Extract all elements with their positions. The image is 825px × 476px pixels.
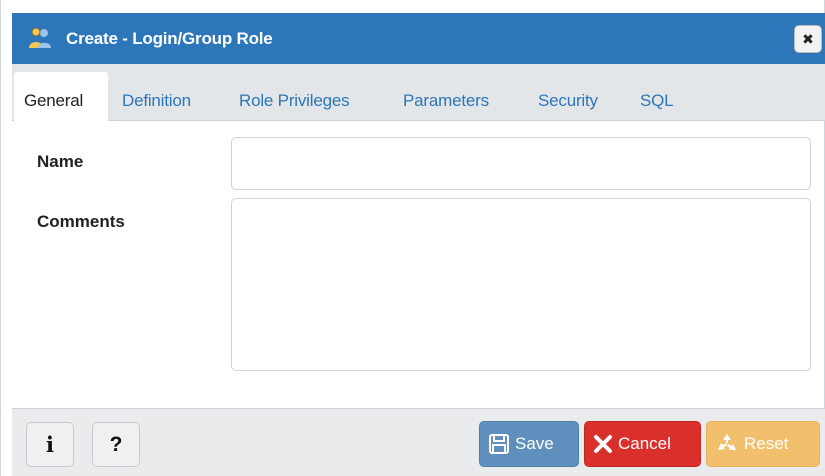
login-group-role-icon <box>28 26 52 50</box>
save-label: Save <box>515 434 554 453</box>
dialog-footer: i ? Save Cancel Reset <box>12 408 825 476</box>
tab-security[interactable]: Security <box>528 72 608 121</box>
recycle-icon <box>715 432 739 456</box>
cancel-button[interactable]: Cancel <box>584 421 701 467</box>
name-input[interactable] <box>231 137 811 190</box>
create-login-group-role-dialog: Create - Login/Group Role ✖ General Defi… <box>0 0 825 476</box>
tab-label: Definition <box>122 91 191 110</box>
info-button[interactable]: i <box>26 422 74 467</box>
reset-label: Reset <box>744 434 789 453</box>
x-icon <box>593 434 613 454</box>
dialog-titlebar[interactable]: Create - Login/Group Role ✖ <box>12 13 825 64</box>
dialog-title: Create - Login/Group Role <box>66 29 273 48</box>
tab-label: Security <box>538 91 598 110</box>
tab-parameters[interactable]: Parameters <box>393 72 499 121</box>
help-icon: ? <box>109 432 123 456</box>
tab-label: SQL <box>640 91 674 110</box>
save-button[interactable]: Save <box>479 421 579 467</box>
name-label: Name <box>37 152 84 171</box>
close-button[interactable]: ✖ <box>794 25 822 53</box>
tab-general[interactable]: General <box>14 72 108 121</box>
comments-label: Comments <box>37 212 125 231</box>
help-button[interactable]: ? <box>92 422 140 467</box>
tab-definition[interactable]: Definition <box>112 72 201 121</box>
tab-label: Role Privileges <box>239 91 350 110</box>
comments-textarea[interactable] <box>231 198 811 371</box>
cancel-label: Cancel <box>618 434 671 453</box>
close-icon: ✖ <box>802 30 814 47</box>
tab-label: Parameters <box>403 91 489 110</box>
tab-label: General <box>24 91 84 110</box>
tab-bar: General Definition Role Privileges Param… <box>12 64 825 121</box>
reset-button[interactable]: Reset <box>706 421 820 467</box>
tab-role-privileges[interactable]: Role Privileges <box>229 72 359 121</box>
floppy-disk-icon <box>488 433 510 455</box>
tab-sql[interactable]: SQL <box>630 72 683 121</box>
info-icon: i <box>46 432 54 457</box>
